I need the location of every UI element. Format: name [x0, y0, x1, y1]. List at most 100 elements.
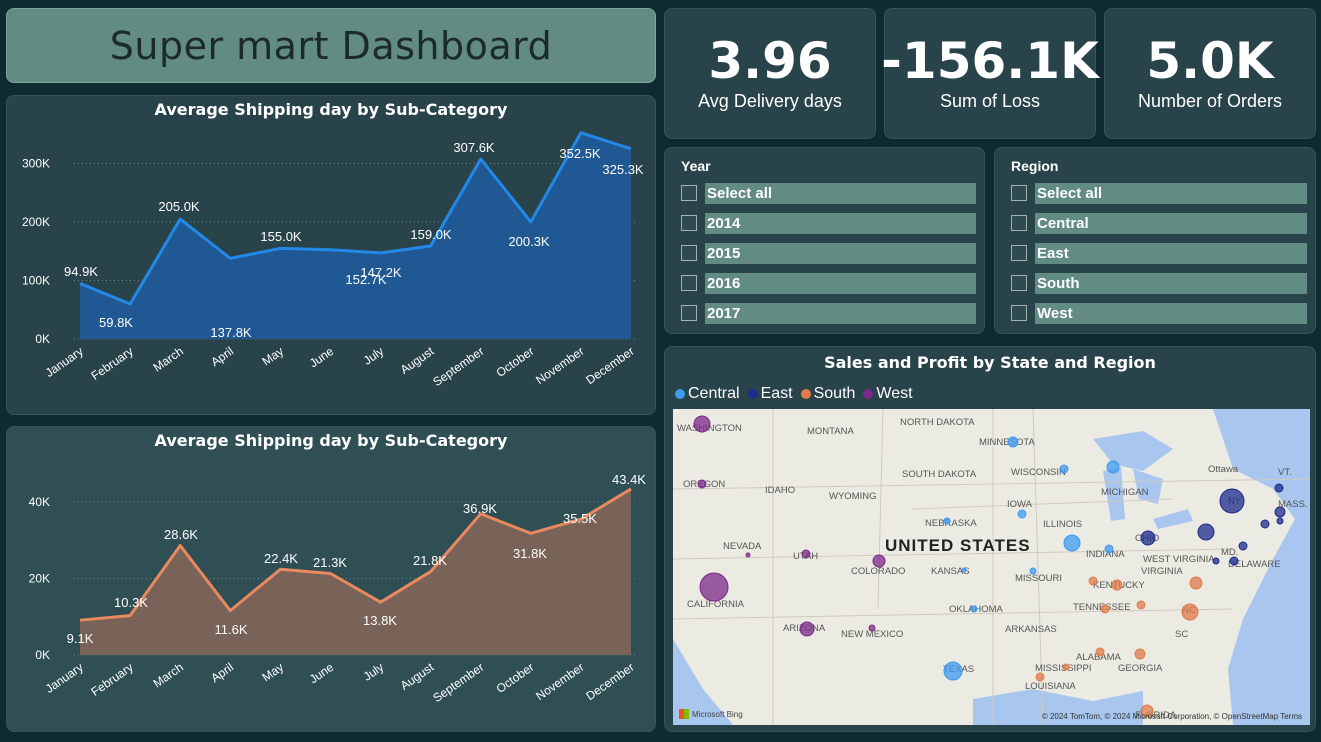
year-slicer: Year Select all 2014 2015 2016 2017 — [664, 147, 985, 334]
y-tick-label: 100K — [22, 274, 50, 288]
checkbox[interactable] — [1011, 185, 1027, 201]
checkbox[interactable] — [681, 215, 697, 231]
kpi-value: -156.1K — [881, 31, 1099, 90]
data-label: 352.5K — [559, 146, 601, 161]
map-bubble — [943, 517, 951, 525]
map-bubble — [872, 554, 886, 568]
checkbox[interactable] — [1011, 275, 1027, 291]
slicer-option-east[interactable]: East — [1011, 242, 1307, 264]
map-state-label: WYOMING — [829, 491, 877, 502]
map-attribution[interactable]: © 2024 TomTom, © 2024 Microsoft Corporat… — [1042, 712, 1302, 721]
x-tick-label: February — [88, 344, 135, 383]
data-label: 59.8K — [99, 315, 133, 330]
region-slicer: Region Select all Central East South Wes… — [994, 147, 1316, 334]
data-label: 10.3K — [114, 595, 148, 610]
map-bubble — [745, 552, 751, 558]
legend-dot-icon — [863, 389, 874, 399]
x-tick-label: March — [151, 344, 186, 375]
x-tick-label: July — [361, 660, 387, 684]
slicer-option-select-all[interactable]: Select all — [1011, 182, 1307, 204]
x-tick-label: September — [430, 660, 486, 705]
slicer-option-2015[interactable]: 2015 — [681, 242, 976, 264]
slicer-title: Year — [681, 158, 711, 174]
data-label: 307.6K — [453, 140, 495, 155]
bing-logo: Microsoft Bing — [679, 709, 743, 719]
x-tick-label: November — [533, 660, 586, 703]
checkbox[interactable] — [1011, 245, 1027, 261]
data-label: 205.0K — [158, 199, 200, 214]
map-state-label: MD. — [1221, 547, 1238, 558]
map-bubble — [970, 605, 978, 613]
map-state-label: COLORADO — [851, 566, 905, 577]
shipping-line-chart-2[interactable]: Average Shipping day by Sub-Category 0K 2… — [6, 426, 656, 732]
map-bubble — [1111, 579, 1123, 591]
slicer-option-label: South — [1035, 272, 1307, 294]
map-brand-label: Microsoft Bing — [692, 709, 743, 719]
map-bubble — [1136, 600, 1146, 610]
y-tick-label: 300K — [22, 157, 50, 171]
x-tick-label: December — [583, 344, 636, 387]
slicer-option-2014[interactable]: 2014 — [681, 212, 976, 234]
legend-item-west[interactable]: West — [863, 385, 913, 403]
map-state-label: NEBRASKA — [925, 518, 977, 529]
map-bubble — [801, 549, 811, 559]
kpi-avg-delivery-days: 3.96 Avg Delivery days — [664, 8, 876, 139]
map-bubble — [1007, 436, 1019, 448]
data-label: 159.0K — [410, 227, 452, 242]
y-tick-label: 0K — [35, 332, 50, 346]
map-bubble — [1274, 506, 1286, 518]
map-bubble — [1189, 576, 1203, 590]
slicer-option-label: West — [1035, 302, 1307, 324]
slicer-option-west[interactable]: West — [1011, 302, 1307, 324]
map-bubble — [1276, 517, 1284, 525]
slicer-option-2017[interactable]: 2017 — [681, 302, 976, 324]
map-bubble — [1219, 488, 1245, 514]
legend-item-central[interactable]: Central — [675, 385, 740, 403]
slicer-option-label: Select all — [705, 182, 976, 204]
slicer-option-label: East — [1035, 242, 1307, 264]
data-label: 9.1K — [67, 631, 94, 646]
map-state-label: VT. — [1278, 467, 1292, 478]
checkbox[interactable] — [681, 305, 697, 321]
x-tick-label: July — [361, 344, 387, 368]
slicer-option-south[interactable]: South — [1011, 272, 1307, 294]
y-tick-label: 0K — [35, 648, 50, 662]
map-canvas[interactable]: WASHINGTONMONTANANORTH DAKOTAMINNESOTAOR… — [673, 409, 1310, 725]
kpi-value: 3.96 — [708, 31, 832, 90]
checkbox[interactable] — [681, 275, 697, 291]
map-state-label: MINNESOTA — [979, 437, 1035, 448]
shipping-line-chart-1[interactable]: Average Shipping day by Sub-Category 0K 1… — [6, 95, 656, 415]
x-tick-label: August — [398, 344, 437, 377]
checkbox[interactable] — [1011, 305, 1027, 321]
map-bubble — [1062, 663, 1070, 671]
map-legend: Central East South West — [675, 385, 917, 403]
checkbox[interactable] — [681, 245, 697, 261]
kpi-sum-of-loss: -156.1K Sum of Loss — [881, 8, 1099, 139]
legend-label: East — [760, 385, 793, 402]
map-bubble — [1088, 576, 1098, 586]
legend-item-south[interactable]: South — [800, 385, 855, 403]
map-bubble — [1106, 460, 1120, 474]
map-state-label: WEST VIRGINIA — [1143, 554, 1215, 565]
slicer-option-central[interactable]: Central — [1011, 212, 1307, 234]
map-bubble — [1197, 523, 1215, 541]
map-country-label: UNITED STATES — [885, 536, 1031, 555]
x-tick-label: April — [208, 344, 236, 369]
map-state-label: GEORGIA — [1118, 663, 1163, 674]
slicer-option-label: 2016 — [705, 272, 976, 294]
map-state-label: ILLINOIS — [1043, 519, 1082, 530]
checkbox[interactable] — [681, 185, 697, 201]
data-label: 147.2K — [360, 265, 402, 280]
map-bubble — [1104, 544, 1114, 554]
map-bubble — [1059, 464, 1069, 474]
map-bubble — [1100, 604, 1110, 614]
data-label: 22.4K — [264, 551, 298, 566]
map-state-label: Ottawa — [1208, 464, 1239, 475]
slicer-option-select-all[interactable]: Select all — [681, 182, 976, 204]
slicer-option-2016[interactable]: 2016 — [681, 272, 976, 294]
kpi-label: Avg Delivery days — [698, 91, 842, 112]
kpi-value: 5.0K — [1146, 31, 1274, 90]
legend-item-east[interactable]: East — [747, 385, 793, 403]
checkbox[interactable] — [1011, 215, 1027, 231]
legend-label: West — [876, 385, 913, 402]
